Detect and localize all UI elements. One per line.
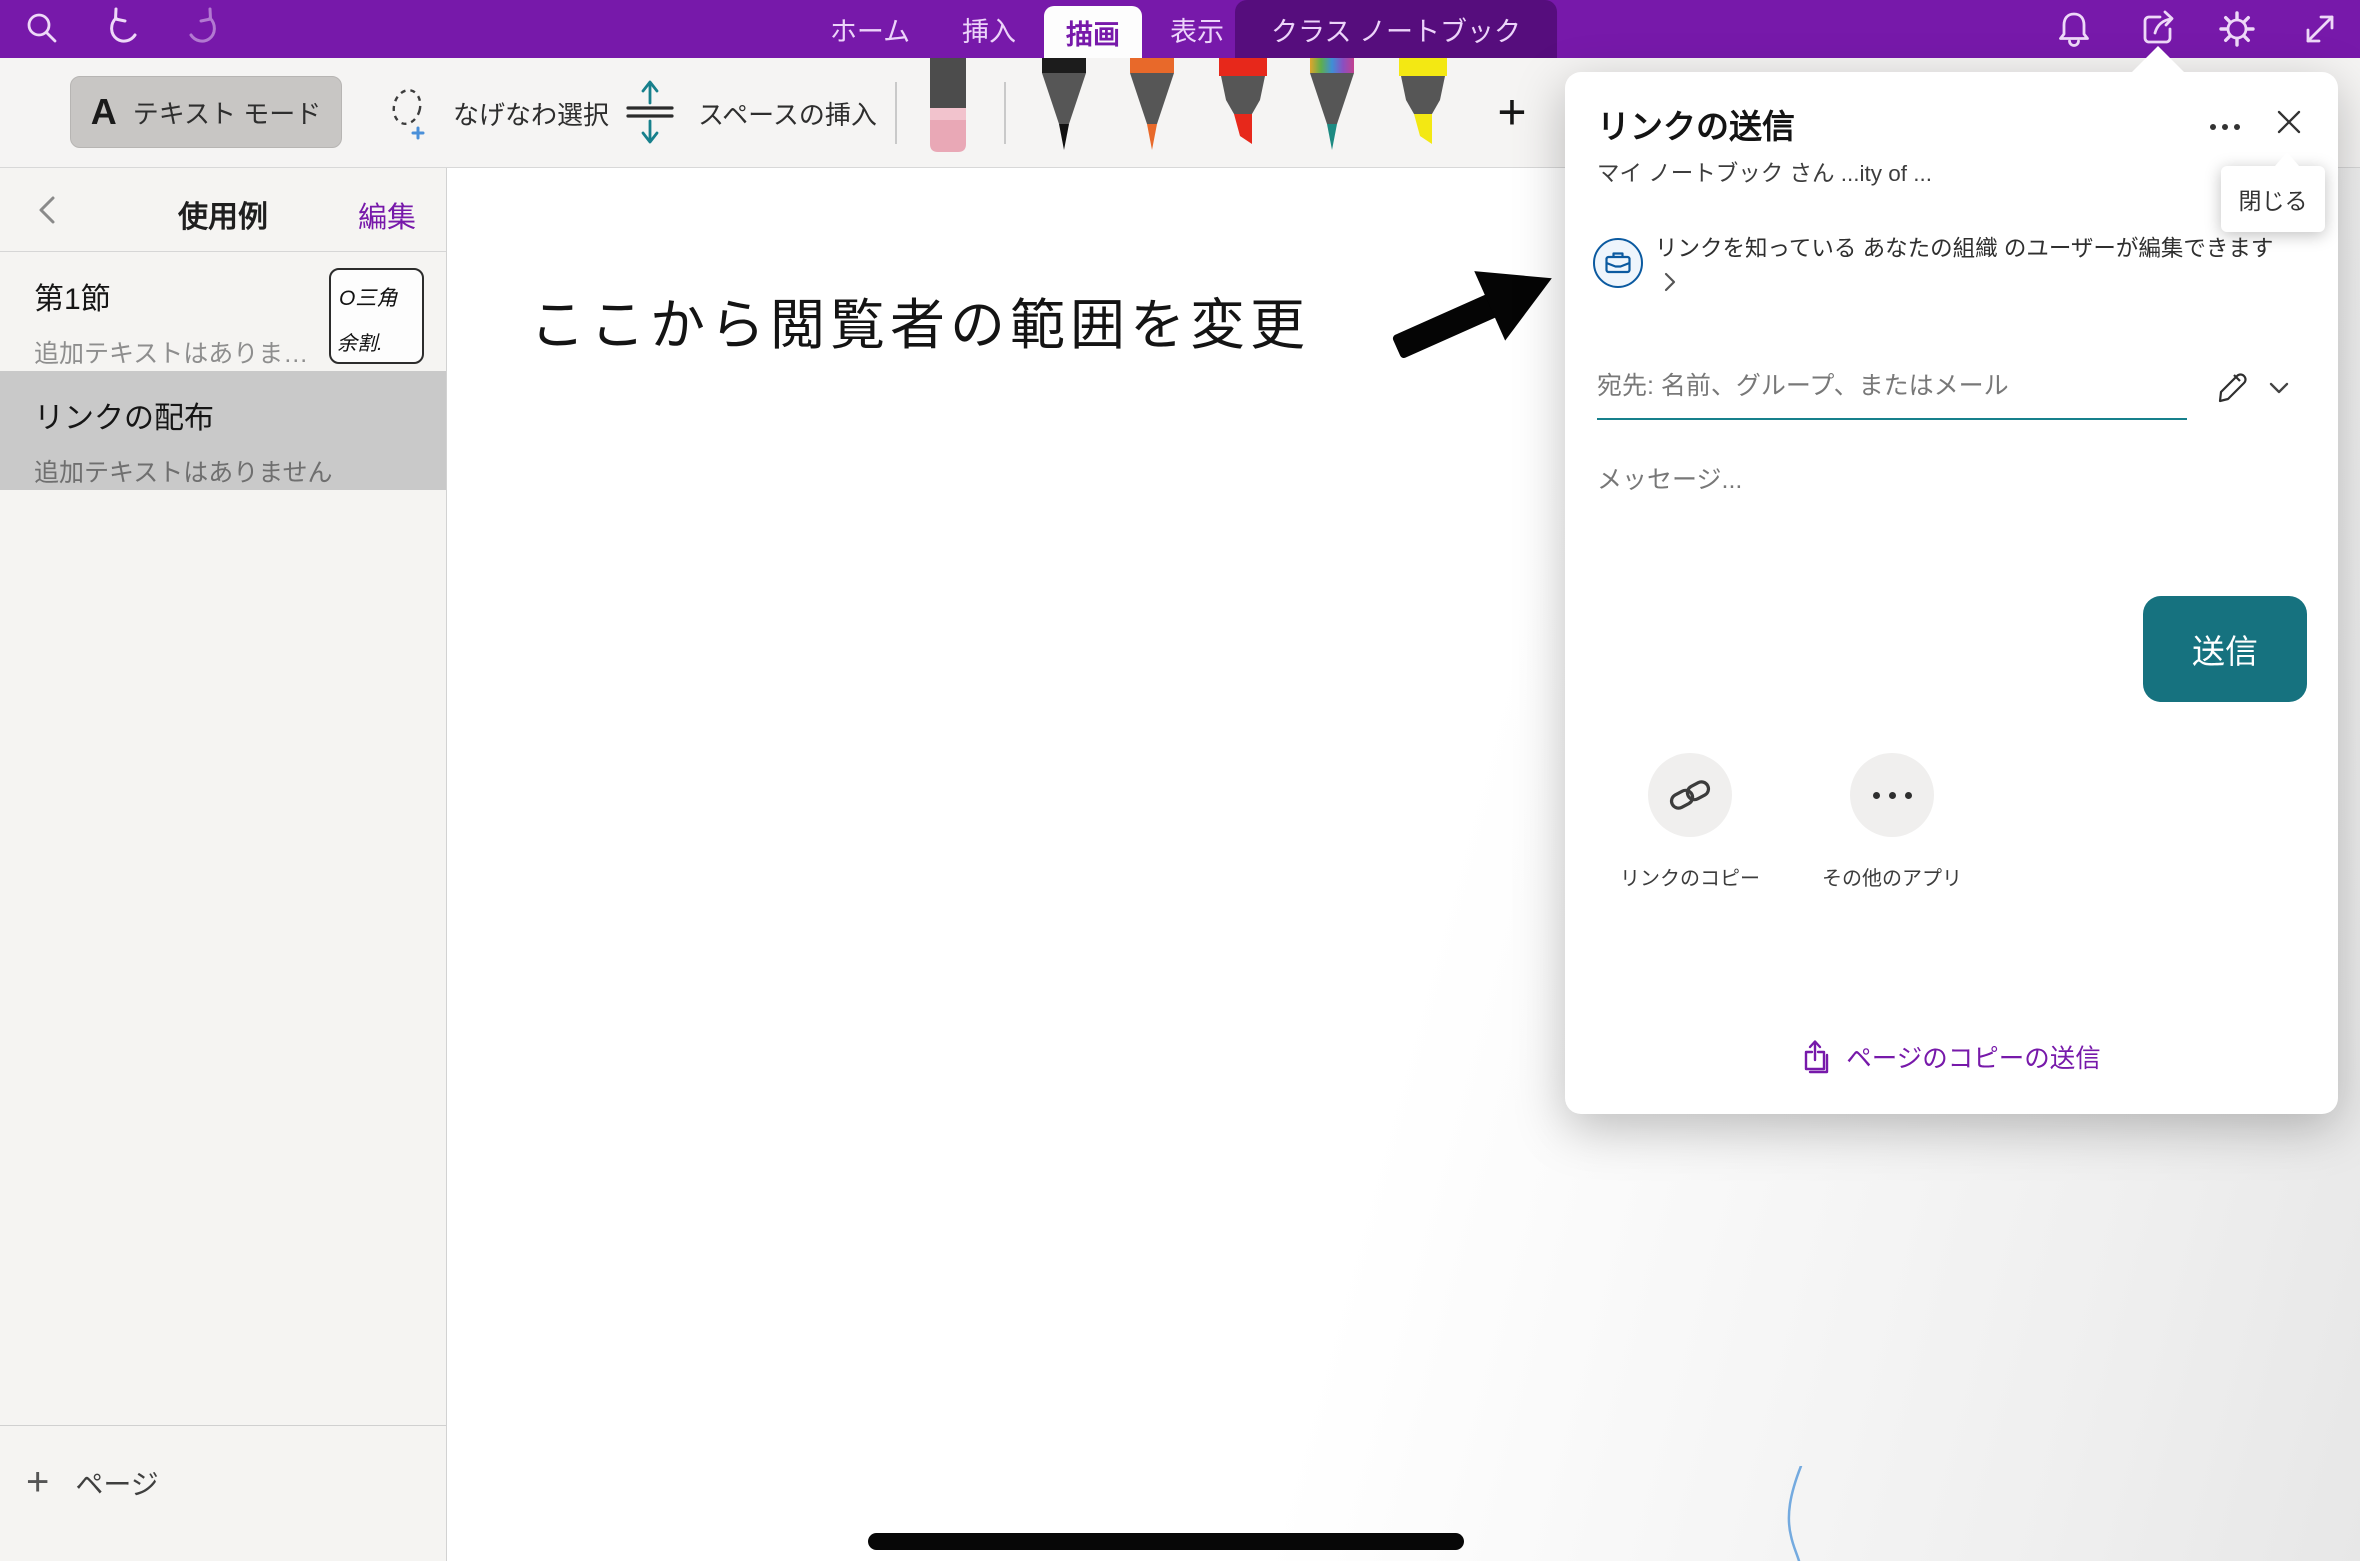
close-tooltip: 閉じる — [2221, 166, 2325, 232]
add-pen-button[interactable]: + — [1482, 82, 1542, 142]
insert-space-button[interactable]: スペースの挿入 — [622, 58, 877, 168]
tab-draw[interactable]: 描画 — [1044, 6, 1142, 58]
expand-fullscreen-icon[interactable] — [2298, 7, 2342, 51]
page-title: リンクの配布 — [34, 393, 416, 437]
more-apps-label: その他のアプリ — [1802, 862, 1982, 891]
pencil-permission-icon[interactable] — [2213, 366, 2253, 406]
more-options-icon[interactable] — [2201, 112, 2249, 142]
redo-icon[interactable] — [181, 7, 225, 51]
ink-stroke-blue-curve — [1777, 1466, 1817, 1561]
lasso-select-label: なげなわ選択 — [453, 95, 609, 132]
toolbar-divider — [895, 82, 897, 144]
onenote-app: ホーム 挿入 描画 表示 クラス ノートブック A テキスト モード なげなわ選… — [0, 0, 2360, 1561]
page-subtitle: 追加テキストはありません — [34, 453, 416, 489]
tab-home[interactable]: ホーム — [830, 0, 910, 58]
link-icon — [1667, 772, 1713, 818]
notebook-subtitle: マイ ノートブック さん ...ity of ... — [1597, 156, 1932, 188]
page-thumbnail: O三角 余割. — [329, 268, 424, 364]
insert-space-label: スペースの挿入 — [698, 95, 877, 132]
add-page-label: ページ — [75, 1463, 158, 1503]
ellipsis-icon — [1873, 792, 1912, 799]
permission-text: リンクを知っている あなたの組織 のユーザーが編集できます — [1655, 236, 2273, 261]
undo-icon[interactable] — [101, 7, 145, 51]
organization-briefcase-icon[interactable] — [1593, 238, 1643, 288]
send-page-copy-label: ページのコピーの送信 — [1846, 1038, 2101, 1075]
dialog-title: リンクの送信 — [1597, 100, 1795, 148]
message-input[interactable] — [1597, 454, 2027, 506]
send-page-copy-button[interactable]: ページのコピーの送信 — [1565, 1038, 2338, 1075]
settings-gear-icon[interactable] — [2215, 7, 2259, 51]
search-icon[interactable] — [20, 7, 64, 51]
tooltip-label: 閉じる — [2239, 182, 2308, 216]
black-arrow-annotation — [1374, 228, 1579, 395]
export-page-icon — [1802, 1039, 1832, 1075]
edit-button[interactable]: 編集 — [358, 194, 416, 236]
text-mode-a-icon: A — [91, 91, 117, 133]
message-field-wrap — [1597, 454, 2027, 510]
recipient-input[interactable] — [1597, 360, 2187, 412]
tab-class-notebook[interactable]: クラス ノートブック — [1235, 0, 1557, 58]
top-app-bar: ホーム 挿入 描画 表示 クラス ノートブック — [0, 0, 2360, 58]
sidebar-header: 使用例 編集 — [0, 168, 446, 252]
black-pen-tool[interactable] — [1038, 58, 1090, 161]
tab-insert[interactable]: 挿入 — [962, 0, 1016, 58]
orange-pen-tool[interactable] — [1126, 58, 1178, 161]
chevron-right-icon — [1663, 272, 1676, 292]
notifications-bell-icon[interactable] — [2052, 7, 2096, 51]
text-mode-label: テキスト モード — [133, 94, 321, 131]
red-highlighter-tool[interactable] — [1216, 58, 1270, 161]
tab-view[interactable]: 表示 — [1170, 0, 1224, 58]
yellow-highlighter-tool[interactable] — [1396, 58, 1450, 161]
insert-space-icon — [622, 77, 678, 150]
plus-icon: + — [26, 1460, 49, 1505]
text-mode-button[interactable]: A テキスト モード — [70, 76, 342, 148]
send-button[interactable]: 送信 — [2143, 596, 2307, 702]
sidebar-footer: + ページ — [0, 1425, 446, 1561]
share-icon[interactable] — [2136, 7, 2180, 51]
send-link-dialog: リンクの送信 マイ ノートブック さん ...ity of ... 閉じる リン… — [1565, 72, 2338, 1114]
lasso-icon — [385, 81, 433, 146]
lasso-select-button[interactable]: なげなわ選択 — [385, 58, 609, 168]
chevron-down-icon[interactable] — [2265, 374, 2293, 402]
ink-stroke-horizontal — [868, 1533, 1464, 1550]
thumbnail-handwriting: 余割. — [337, 327, 383, 356]
toolbar-divider — [1004, 82, 1006, 144]
dialog-pointer-caret — [2132, 46, 2184, 72]
canvas-annotation-text: ここから閲覧者の範囲を変更 — [530, 280, 1310, 360]
more-apps-button[interactable] — [1850, 753, 1934, 837]
recipient-field-wrap — [1597, 360, 2187, 420]
copy-link-label: リンクのコピー — [1600, 862, 1780, 891]
copy-link-button[interactable] — [1648, 753, 1732, 837]
page-list-sidebar: 使用例 編集 第1節 追加テキストはありま… O三角 余割. リンクの配布 追加… — [0, 168, 447, 1561]
link-permission-setting[interactable]: リンクを知っている あなたの組織 のユーザーが編集できます — [1655, 232, 2291, 300]
rainbow-pen-tool[interactable] — [1306, 58, 1358, 161]
eraser-tool[interactable] — [926, 58, 970, 163]
page-list-item[interactable]: 第1節 追加テキストはありま… O三角 余割. — [0, 252, 446, 371]
page-list-item-selected[interactable]: リンクの配布 追加テキストはありません — [0, 371, 446, 490]
close-icon[interactable] — [2273, 106, 2305, 138]
add-page-button[interactable]: + ページ — [26, 1460, 159, 1505]
thumbnail-handwriting: O三角 — [339, 282, 397, 312]
tooltip-caret — [2275, 152, 2299, 166]
